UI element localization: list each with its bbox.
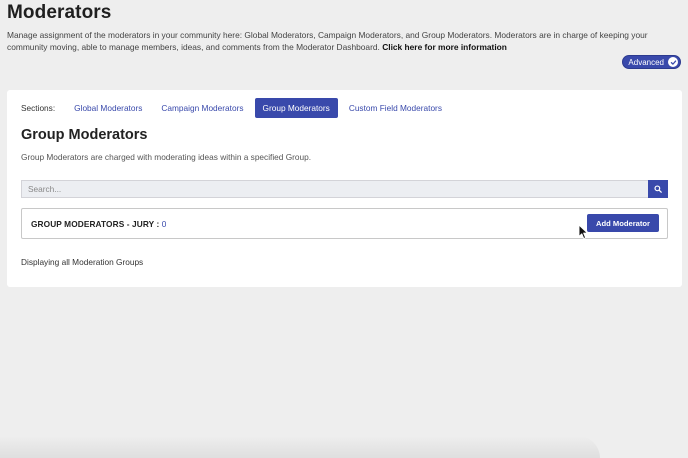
group-label: GROUP MODERATORS - JURY : 0 xyxy=(31,219,166,229)
page-title: Moderators xyxy=(7,2,112,23)
search-button[interactable] xyxy=(648,180,668,198)
tab-global-moderators[interactable]: Global Moderators xyxy=(66,98,150,118)
bottom-shadow xyxy=(0,436,600,458)
add-moderator-button[interactable]: Add Moderator xyxy=(587,214,659,232)
search-input[interactable] xyxy=(21,180,648,198)
search-icon xyxy=(654,185,662,193)
advanced-toggle[interactable]: Advanced xyxy=(622,55,681,69)
sections-nav: Sections: Global Moderators Campaign Mod… xyxy=(21,98,453,118)
advanced-label: Advanced xyxy=(628,57,664,67)
tab-campaign-moderators[interactable]: Campaign Moderators xyxy=(153,98,251,118)
displaying-status: Displaying all Moderation Groups xyxy=(21,257,144,267)
more-info-link[interactable]: Click here for more information xyxy=(382,42,507,52)
search-bar xyxy=(21,180,668,198)
group-label-text: GROUP MODERATORS - JURY : xyxy=(31,219,162,229)
group-moderators-box: GROUP MODERATORS - JURY : 0 Add Moderato… xyxy=(21,208,668,239)
check-icon xyxy=(668,57,678,67)
moderators-card: Sections: Global Moderators Campaign Mod… xyxy=(7,90,682,287)
group-count: 0 xyxy=(161,219,167,229)
page-description-text: Manage assignment of the moderators in y… xyxy=(7,30,648,52)
page-description: Manage assignment of the moderators in y… xyxy=(7,29,683,53)
tab-group-moderators[interactable]: Group Moderators xyxy=(254,98,338,118)
sections-label: Sections: xyxy=(21,103,56,113)
mouse-cursor-icon xyxy=(578,224,588,239)
tab-custom-field-moderators[interactable]: Custom Field Moderators xyxy=(341,98,450,118)
group-moderators-description: Group Moderators are charged with modera… xyxy=(21,152,312,162)
group-moderators-title: Group Moderators xyxy=(21,127,148,143)
